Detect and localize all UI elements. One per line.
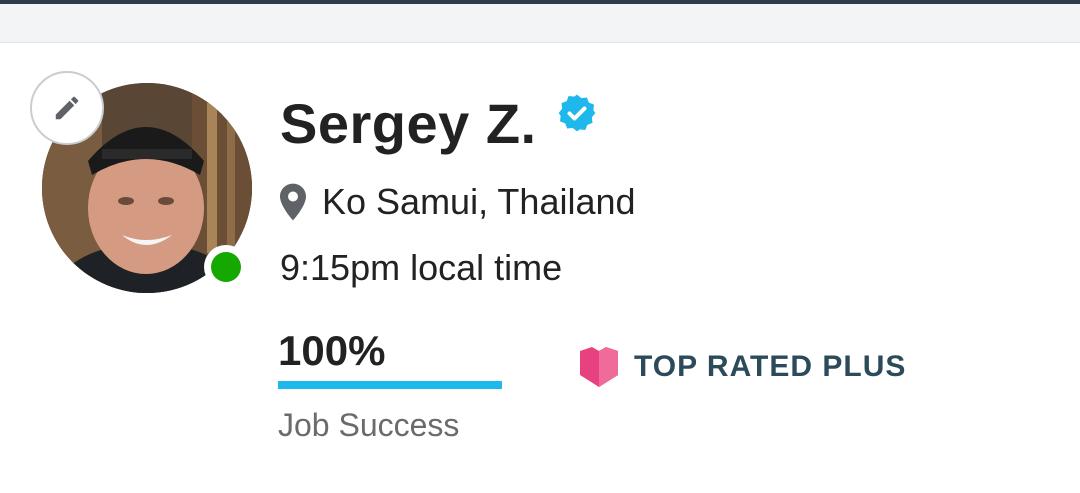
top-bar [0,0,1080,4]
job-success-value: 100% [278,327,386,374]
top-rated-plus-badge: TOP RATED PLUS [580,347,906,387]
job-success-label: Job Success [278,407,460,443]
job-success-progress-bar [278,381,502,389]
verified-badge-icon [558,94,595,131]
location-text: Ko Samui, Thailand [322,181,636,222]
avatar-container [30,71,252,293]
pencil-icon [55,96,79,120]
map-pin-icon [280,183,306,221]
top-rated-plus-label: TOP RATED PLUS [634,350,907,383]
local-time: 9:15pm local time [280,247,563,288]
profile-name: Sergey Z. [280,92,537,155]
location-row: Ko Samui, Thailand [280,181,636,223]
edit-photo-button[interactable] [30,71,104,145]
job-success-score: 100% Job Success [278,329,502,444]
top-rated-plus-icon [580,347,618,387]
profile-card: Sergey Z. Ko Samui, Thailand 9:15pm loca… [0,42,1080,493]
online-status-indicator [204,245,248,289]
name-row: Sergey Z. [280,91,597,156]
